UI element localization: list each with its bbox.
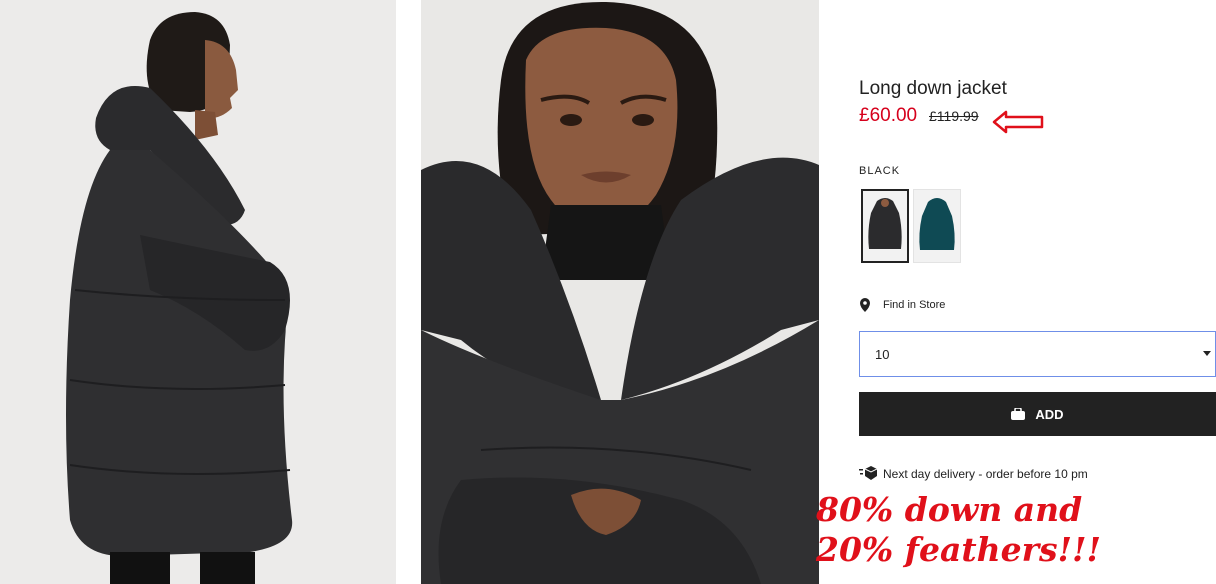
chevron-down-icon [1203, 351, 1211, 356]
size-select[interactable]: 10 [859, 331, 1216, 377]
sale-price: £60.00 [859, 105, 918, 126]
left-arrow-icon [992, 110, 1044, 134]
selected-size-value: 10 [875, 347, 890, 362]
product-image-front[interactable] [421, 0, 819, 584]
add-button-label: ADD [1035, 406, 1064, 422]
product-image-side[interactable] [0, 0, 396, 584]
find-in-store-link[interactable]: Find in Store [883, 299, 945, 311]
original-price: £119.99 [929, 108, 979, 124]
model-front-illustration [421, 0, 819, 584]
model-side-illustration [0, 0, 396, 584]
color-label: BLACK [859, 165, 901, 177]
annotation-line-1: 80% down and [816, 490, 1083, 529]
annotation-line-2: 20% feathers!!! [816, 530, 1101, 569]
black-jacket-thumbnail [868, 198, 902, 249]
location-pin-icon [860, 298, 870, 312]
handwritten-annotation: 80% down and 20% feathers!!! [816, 490, 1101, 570]
product-title: Long down jacket [859, 78, 1007, 99]
shopping-bag-icon [1011, 408, 1026, 420]
delivery-info: Next day delivery - order before 10 pm [883, 467, 1088, 481]
delivery-truck-icon [859, 466, 877, 480]
color-swatch-black[interactable] [861, 189, 909, 263]
color-swatch-teal[interactable] [913, 189, 961, 263]
teal-jacket-thumbnail [919, 198, 955, 250]
add-to-bag-button[interactable]: ADD [859, 392, 1216, 436]
